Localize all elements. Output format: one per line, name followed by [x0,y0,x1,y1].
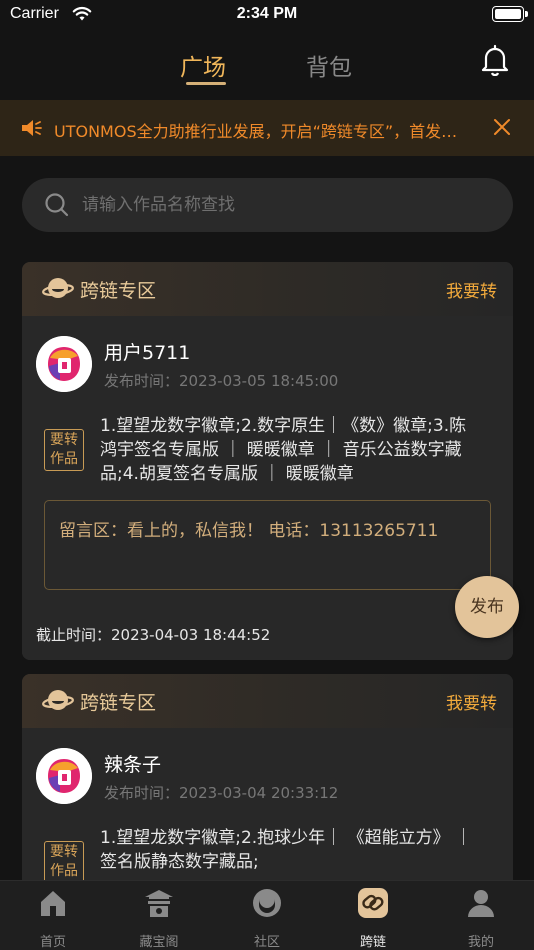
battery-icon [492,6,528,22]
tabbar-item-treasure-pavilion[interactable]: 藏宝阁 [114,881,204,950]
tabbar-item-home[interactable]: 首页 [8,881,98,950]
publish-button[interactable]: 发布 [455,576,519,638]
close-icon[interactable] [492,117,512,137]
profile-icon [468,890,494,917]
clock: 2:34 PM [236,5,298,22]
message-box: 留言区：看上的，私信我！ 电话：13113265711 [44,500,491,590]
tabbar-item-community[interactable]: 社区 [222,881,312,950]
home-icon [41,891,65,916]
planet-icon [42,278,74,298]
tabbar-label: 首页 [39,935,66,950]
cross-chain-icon [358,888,388,918]
notice-bar[interactable]: UTONMOS全力助推行业发展，开启“跨链专区”，首发… [0,100,534,156]
top-nav: 广场 背包 [0,36,534,92]
bottom-tab-bar: 首页 藏宝阁 社区 跨链 我的 [0,880,534,950]
card-body: 用户5711 发布时间：2023-03-05 18:45:00 要转作品 1.望… [22,316,513,660]
status-bar: Carrier 2:34 PM [0,0,534,32]
transfer-button[interactable]: 我要转 [446,689,497,714]
avatar [36,748,92,804]
trade-card[interactable]: 跨链专区 我要转 辣条子 发布时间：2023-03-04 20:33:12 要转… [22,674,513,880]
post-time: 发布时间：2023-03-04 20:33:12 [104,784,339,802]
search-bar[interactable] [22,178,513,232]
user-name: 辣条子 [104,754,162,776]
card-header: 跨链专区 我要转 [22,674,513,728]
want-transfer-tag: 要转作品 [44,841,84,880]
tabbar-label: 社区 [253,935,280,950]
tab-backpack[interactable]: 背包 [306,48,352,82]
user-name: 用户5711 [104,342,191,364]
works-list: 1.望望龙数字徽章;2.抱球少年｜ 《超能立方》 ｜ 签名版静态数字藏品; [100,828,472,872]
want-transfer-tag: 要转作品 [44,429,84,471]
tabbar-label: 藏宝阁 [139,935,179,950]
planet-icon [42,690,74,710]
search-input[interactable] [82,191,482,219]
tab-square[interactable]: 广场 [180,48,226,82]
search-icon [45,193,69,217]
transfer-button[interactable]: 我要转 [446,277,497,302]
pavilion-icon [145,890,173,917]
tabbar-item-cross-chain[interactable]: 跨链 [328,881,418,950]
card-body: 辣条子 发布时间：2023-03-04 20:33:12 要转作品 1.望望龙数… [22,728,513,880]
card-header: 跨链专区 我要转 [22,262,513,316]
tabbar-label: 跨链 [359,935,386,950]
card-title: 跨链专区 [80,280,157,302]
speaker-icon [22,120,42,136]
card-title: 跨链专区 [80,692,157,714]
tabbar-item-profile[interactable]: 我的 [436,881,526,950]
works-list: 1.望望龙数字徽章;2.数字原生｜《数》徽章;3.陈鸿宇签名专属版 ｜ 暖暖徽章… [100,416,467,484]
deadline: 截止时间：2023-04-03 18:44:52 [36,626,271,644]
bell-icon[interactable] [480,44,510,76]
active-tab-indicator [186,82,226,85]
post-time: 发布时间：2023-03-05 18:45:00 [104,372,339,390]
community-icon [253,889,281,917]
avatar [36,336,92,392]
trade-card[interactable]: 跨链专区 我要转 用户5711 发布时间：2023-03-05 18:45:00… [22,262,513,660]
notice-text: UTONMOS全力助推行业发展，开启“跨链专区”，首发… [54,122,458,141]
tabbar-label: 我的 [467,935,494,950]
